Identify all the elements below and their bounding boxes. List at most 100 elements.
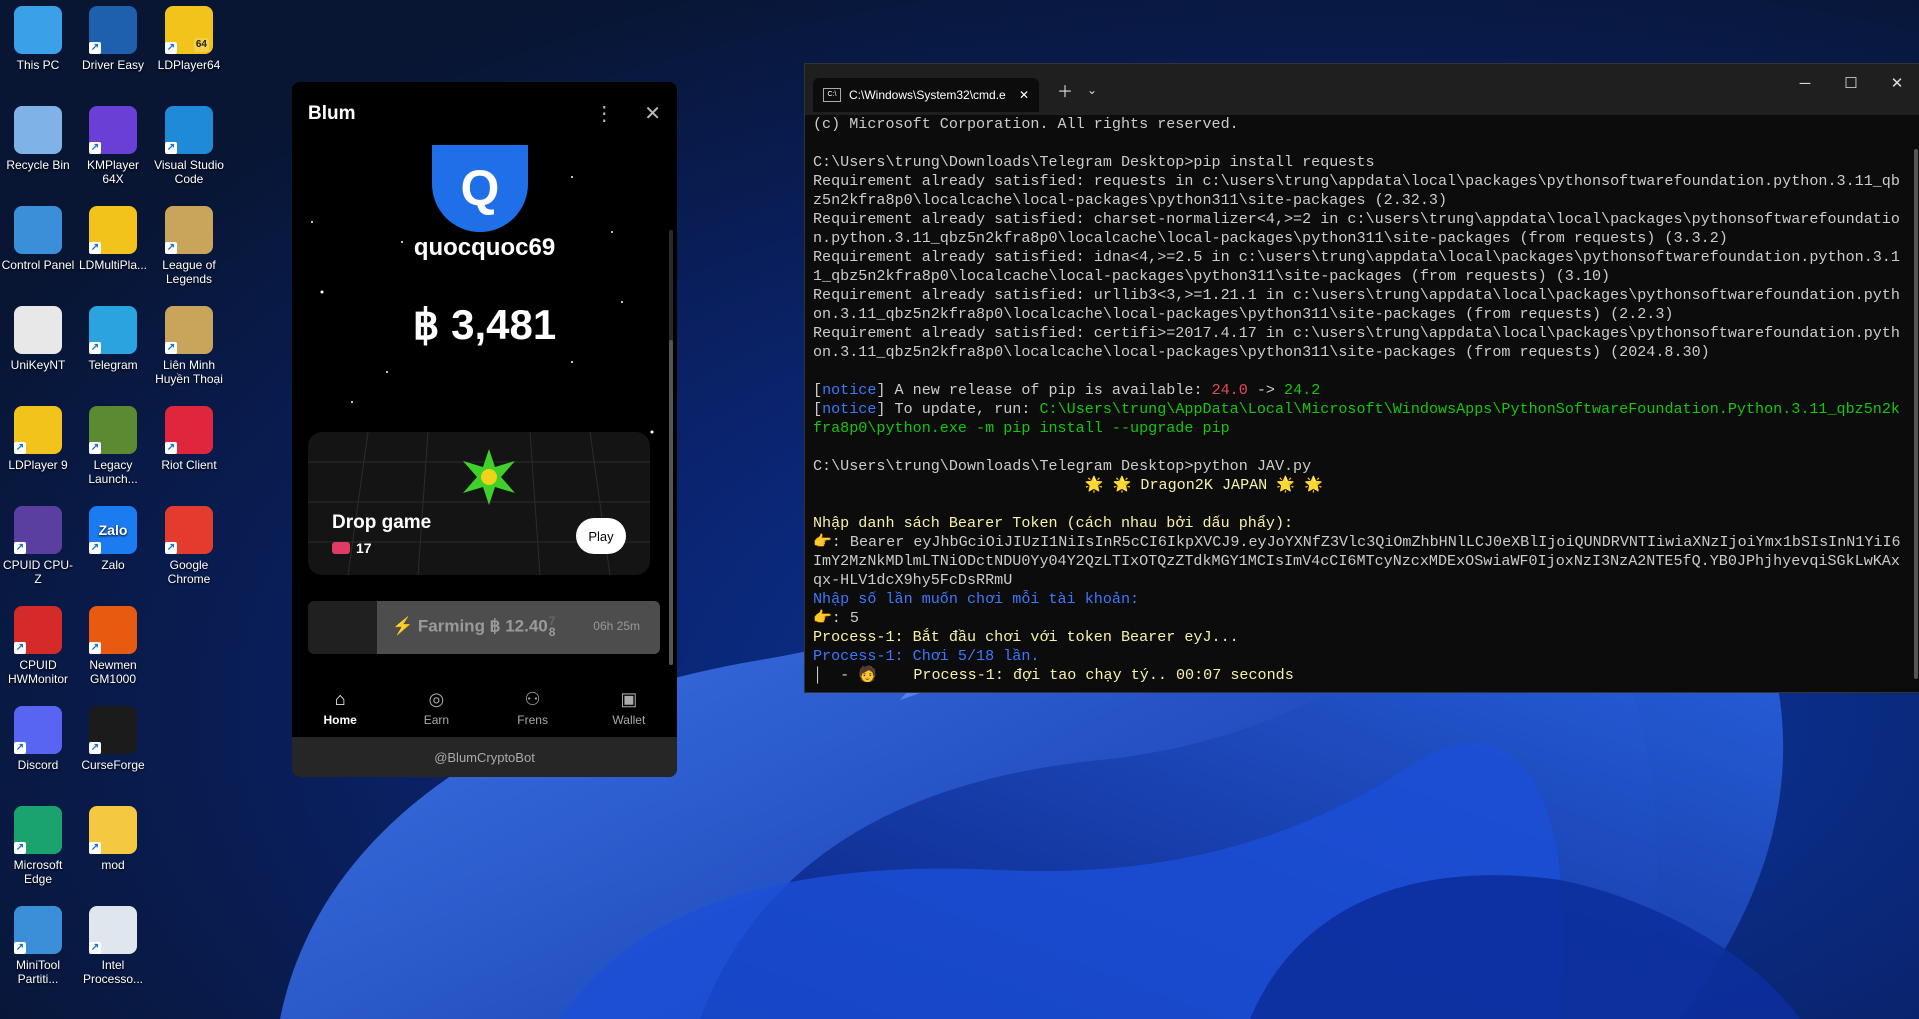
play-button[interactable]: Play xyxy=(576,518,626,554)
cpuz-icon: ↗ xyxy=(14,506,62,554)
farming-button[interactable]: ⚡ Farming ฿ 12.40 7 8 06h 25m xyxy=(308,601,660,654)
nav-home[interactable]: ⌂ Home xyxy=(292,679,388,739)
desktop-icon-label: Legacy Launch... xyxy=(88,458,138,486)
desktop-icon[interactable]: ↗ KMPlayer 64X xyxy=(75,100,151,186)
desktop-icon[interactable]: This PC xyxy=(0,0,76,72)
desktop-icon-label: Control Panel xyxy=(1,258,75,272)
close-icon[interactable]: ✕ xyxy=(644,101,661,126)
hwmonitor-icon: ↗ xyxy=(14,606,62,654)
shortcut-arrow-icon: ↗ xyxy=(89,242,101,254)
terminal-tab[interactable]: C:\ C:\Windows\System32\cmd.e ✕ xyxy=(813,78,1039,112)
drop-game-card[interactable]: Drop game 17 Play xyxy=(308,432,650,575)
tab-close-icon[interactable]: ✕ xyxy=(1019,88,1029,102)
recycle-bin-icon xyxy=(14,106,62,154)
terminal-text: n.python.3.11_qbz5n2kfra8p0\localcache\l… xyxy=(813,229,1728,247)
control-panel-icon xyxy=(14,206,62,254)
terminal-line: (c) Microsoft Corporation. All rights re… xyxy=(813,115,1919,134)
more-menu-icon[interactable]: ⋮ xyxy=(594,101,614,126)
desktop-icon[interactable]: ↗ Driver Easy xyxy=(75,0,151,72)
desktop-icon[interactable]: ↗ Liên Minh Huyền Thoại xyxy=(151,300,227,386)
desktop-icon[interactable]: ↗ Intel Processo... xyxy=(75,900,151,986)
shortcut-arrow-icon: ↗ xyxy=(89,442,101,454)
desktop-icon-label: Visual Studio Code xyxy=(154,158,224,186)
desktop-icon[interactable]: ↗ League of Legends xyxy=(151,200,227,286)
league-icon: ↗ xyxy=(165,206,213,254)
newmen-icon: ↗ xyxy=(89,606,137,654)
terminal-output[interactable]: (c) Microsoft Corporation. All rights re… xyxy=(805,115,1919,690)
desktop-icon[interactable]: ↗ Microsoft Edge xyxy=(0,800,76,886)
unikey-icon xyxy=(14,306,62,354)
terminal-text: Process-1: Chơi 5/18 lần. xyxy=(813,647,1040,665)
terminal-line: 👉: 5 xyxy=(813,609,1919,628)
desktop-icon[interactable]: ↗ mod xyxy=(75,800,151,872)
shortcut-arrow-icon: ↗ xyxy=(14,942,26,954)
terminal-line: 1_qbz5n2kfra8p0\localcache\local-package… xyxy=(813,267,1919,286)
terminal-text: Requirement already satisfied: certifi>=… xyxy=(813,324,1900,342)
shortcut-arrow-icon: ↗ xyxy=(89,542,101,554)
desktop-icon-label: CPUID HWMonitor xyxy=(7,658,68,686)
maximize-icon[interactable]: ☐ xyxy=(1828,64,1874,104)
desktop-icon[interactable]: UniKeyNT xyxy=(0,300,76,372)
desktop-icon[interactable]: ↗ LDPlayer 9 xyxy=(0,400,76,472)
lmht-icon: ↗ xyxy=(165,306,213,354)
desktop-icon[interactable]: Recycle Bin xyxy=(0,100,76,172)
terminal-text: ImY2MzNkMDlmLTNiODctNDU0Yy04Y2QzLTIxOTQz… xyxy=(813,552,1900,570)
desktop-icon-label: mod xyxy=(101,858,125,872)
desktop-icon[interactable]: ↗ Telegram xyxy=(75,300,151,372)
wallet-icon: ▣ xyxy=(620,689,638,709)
desktop-icon[interactable]: 64 ↗ LDPlayer64 xyxy=(151,0,227,72)
nav-earn[interactable]: ◎ Earn xyxy=(388,679,484,739)
ticket-count: 17 xyxy=(332,540,372,556)
shortcut-arrow-icon: ↗ xyxy=(165,142,177,154)
desktop-icon[interactable]: ↗ Newmen GM1000 xyxy=(75,600,151,686)
scroll-thumb[interactable] xyxy=(669,340,673,665)
shortcut-arrow-icon: ↗ xyxy=(165,542,177,554)
desktop-icon[interactable]: ↗ CPUID CPU-Z xyxy=(0,500,76,586)
desktop-icon-label: Zalo xyxy=(101,558,125,572)
badge: 64 xyxy=(193,38,209,52)
zalo-icon: Zalo ↗ xyxy=(89,506,137,554)
desktop-icon[interactable]: ↗ CPUID HWMonitor xyxy=(0,600,76,686)
desktop-icon[interactable]: Zalo ↗ Zalo xyxy=(75,500,151,572)
desktop-icon[interactable]: ↗ LDMultiPla... xyxy=(75,200,151,272)
window-controls: ─ ☐ ✕ xyxy=(1782,64,1919,104)
desktop-icon[interactable]: ↗ MiniTool Partiti... xyxy=(0,900,76,986)
desktop-icon-label: CPUID CPU-Z xyxy=(2,558,73,586)
terminal-text: Process-1: Bắt đầu chơi với token Bearer… xyxy=(813,628,1239,646)
desktop-icon[interactable]: ↗ Google Chrome xyxy=(151,500,227,586)
terminal-text: on.3.11_qbz5n2kfra8p0\localcache\local-p… xyxy=(813,343,1710,361)
desktop-icon[interactable]: ↗ Riot Client xyxy=(151,400,227,472)
bot-footer[interactable]: @BlumCryptoBot xyxy=(292,737,677,777)
terminal-text: notice xyxy=(822,400,877,418)
edge-icon: ↗ xyxy=(14,806,62,854)
blum-window: Blum ⋮ ✕ Q quocquoc69 ฿ 3,481 Drop game … xyxy=(292,82,677,777)
desktop-icon-label: Driver Easy xyxy=(81,58,144,72)
desktop-icon[interactable]: ↗ Legacy Launch... xyxy=(75,400,151,486)
minimize-icon[interactable]: ─ xyxy=(1782,64,1828,104)
desktop-icon[interactable]: ↗ Visual Studio Code xyxy=(151,100,227,186)
desktop-icon-label: League of Legends xyxy=(162,258,216,286)
terminal-line: C:\Users\trung\Downloads\Telegram Deskto… xyxy=(813,153,1919,172)
nav-label: Wallet xyxy=(612,713,646,727)
blum-gem-icon xyxy=(463,449,515,505)
ldmultiplayer-icon: ↗ xyxy=(89,206,137,254)
desktop-icon[interactable]: Control Panel xyxy=(0,200,76,272)
shortcut-arrow-icon: ↗ xyxy=(165,42,177,54)
blum-scrollbar[interactable] xyxy=(669,230,673,665)
farming-text: ⚡ Farming ฿ 12.40 xyxy=(392,616,548,636)
terminal-text: -> xyxy=(1247,381,1285,399)
desktop-icon-label: MiniTool Partiti... xyxy=(15,958,60,986)
nav-frens[interactable]: ⚇ Frens xyxy=(485,679,581,739)
desktop-icon[interactable]: ↗ CurseForge xyxy=(75,700,151,772)
terminal-scrollbar[interactable] xyxy=(1914,149,1918,679)
new-tab-icon[interactable]: ＋ xyxy=(1057,78,1073,102)
nav-wallet[interactable]: ▣ Wallet xyxy=(581,679,677,739)
close-window-icon[interactable]: ✕ xyxy=(1874,64,1919,104)
terminal-text: 🌟 🌟 Dragon2K JAPAN 🌟 🌟 xyxy=(813,476,1323,494)
home-icon: ⌂ xyxy=(334,689,346,709)
desktop-icon-label: UniKeyNT xyxy=(10,358,66,372)
desktop-icon[interactable]: ↗ Discord xyxy=(0,700,76,772)
chrome-icon: ↗ xyxy=(165,506,213,554)
terminal-text: Process-1: đợi tao chạy tý.. 00:07 secon… xyxy=(913,666,1294,684)
chevron-down-icon[interactable]: ⌄ xyxy=(1087,83,1097,97)
